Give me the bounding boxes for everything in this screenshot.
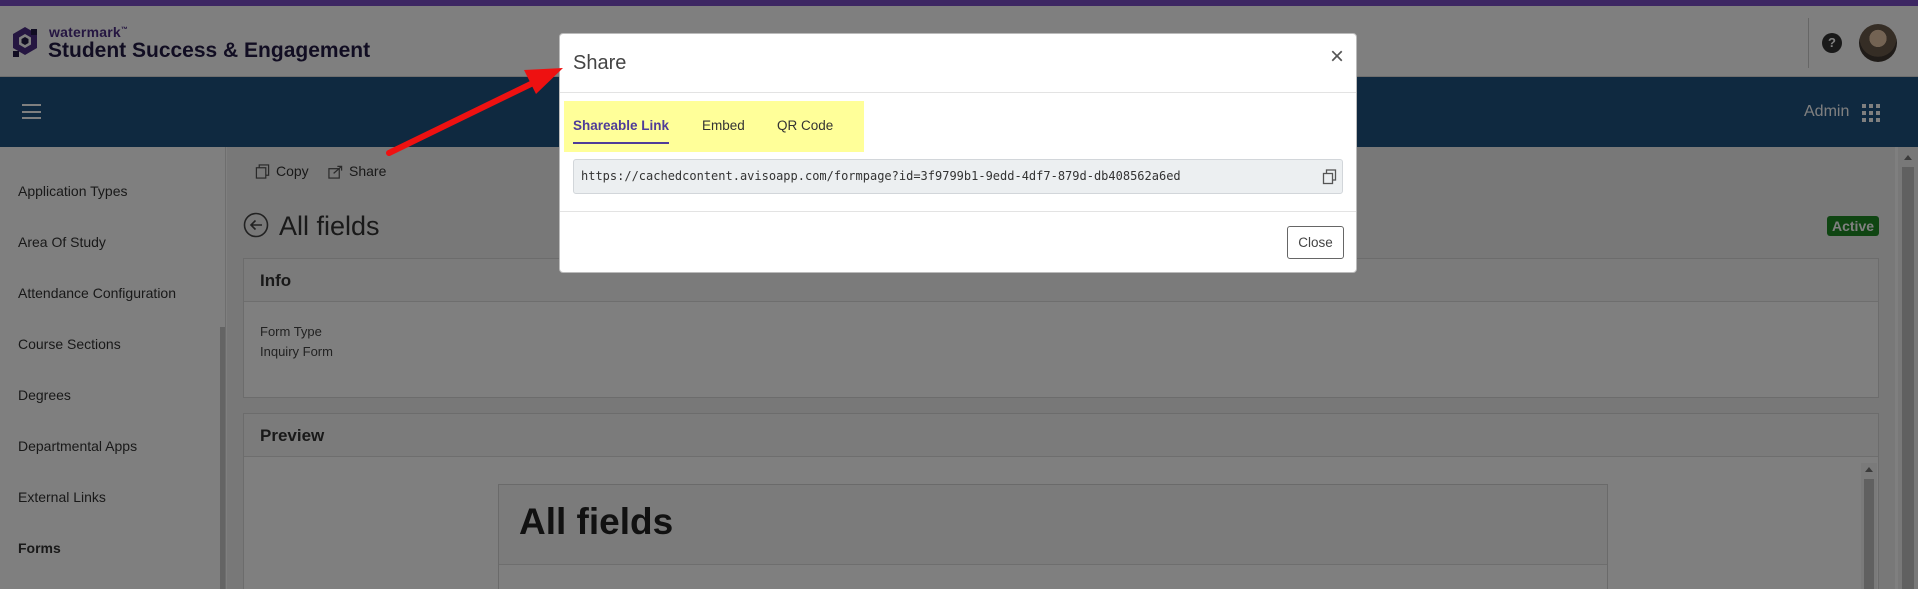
copy-link-icon[interactable] <box>1322 169 1337 185</box>
shareable-link-text: https://cachedcontent.avisoapp.com/formp… <box>581 169 1181 183</box>
share-modal: Share × Shareable Link Embed QR Code htt… <box>559 33 1357 273</box>
modal-title: Share <box>573 52 627 74</box>
active-tab-underline <box>573 142 669 144</box>
tab-qr-code[interactable]: QR Code <box>777 118 833 133</box>
close-button[interactable]: Close <box>1287 226 1344 259</box>
modal-header-divider <box>560 92 1356 93</box>
close-icon[interactable]: × <box>1326 45 1348 69</box>
tab-embed[interactable]: Embed <box>702 118 745 133</box>
tab-shareable-link[interactable]: Shareable Link <box>573 118 669 133</box>
modal-footer-divider <box>560 211 1356 212</box>
shareable-link-field[interactable]: https://cachedcontent.avisoapp.com/formp… <box>573 159 1343 194</box>
